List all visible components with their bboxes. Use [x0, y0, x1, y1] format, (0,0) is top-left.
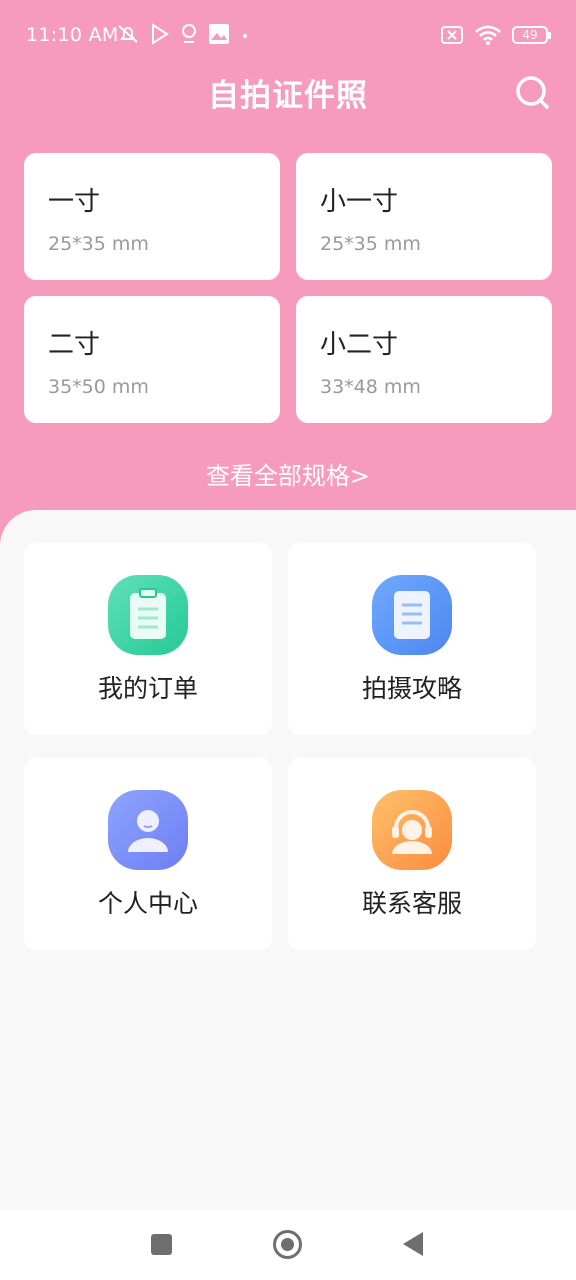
page-title: 自拍证件照	[208, 78, 368, 114]
sim-icon	[441, 26, 463, 44]
size-card-3[interactable]: 二寸 35*50 mm	[24, 296, 280, 423]
size-name: 二寸	[48, 330, 101, 360]
status-bar: 11:10 AM 49	[0, 0, 576, 70]
battery-level: 49	[522, 28, 538, 42]
size-card-1[interactable]: 一寸 25*35 mm	[24, 153, 280, 280]
home-icon[interactable]	[273, 1230, 302, 1259]
play-store-icon	[152, 23, 169, 45]
document-icon	[372, 575, 452, 655]
back-icon[interactable]	[403, 1232, 423, 1256]
menu-personal-center[interactable]: 个人中心	[24, 758, 272, 950]
headset-icon	[372, 790, 452, 870]
battery-icon: 49	[512, 26, 551, 44]
user-icon	[108, 790, 188, 870]
status-time: 11:10 AM	[26, 24, 119, 46]
gallery-icon	[209, 24, 229, 44]
size-name: 小一寸	[320, 187, 399, 217]
menu-customer-service[interactable]: 联系客服	[288, 758, 536, 950]
size-card-2[interactable]: 小一寸 25*35 mm	[296, 153, 552, 280]
menu-my-orders[interactable]: 我的订单	[24, 543, 272, 735]
menu-shooting-guide[interactable]: 拍摄攻略	[288, 543, 536, 735]
size-dimensions: 25*35 mm	[48, 233, 149, 255]
search-icon[interactable]	[512, 72, 552, 112]
menu-label: 拍摄攻略	[361, 674, 462, 703]
menu-label: 联系客服	[361, 889, 462, 918]
size-card-4[interactable]: 小二寸 33*48 mm	[296, 296, 552, 423]
size-dimensions: 35*50 mm	[48, 376, 149, 398]
menu-label: 我的订单	[97, 674, 198, 703]
system-icons: 49	[440, 24, 551, 46]
clipboard-icon	[108, 575, 188, 655]
wifi-icon	[475, 25, 501, 45]
location-icon	[182, 24, 196, 43]
view-all-specs-link[interactable]: 查看全部规格>	[0, 456, 576, 491]
menu-label: 个人中心	[97, 889, 198, 918]
recents-icon[interactable]	[151, 1234, 172, 1255]
dot-icon	[243, 34, 247, 38]
size-name: 一寸	[48, 187, 101, 217]
size-dimensions: 25*35 mm	[320, 233, 421, 255]
size-name: 小二寸	[320, 330, 399, 360]
mute-icon	[118, 25, 138, 43]
size-dimensions: 33*48 mm	[320, 376, 421, 398]
system-nav-bar	[0, 1210, 576, 1280]
notification-icons	[116, 22, 250, 46]
